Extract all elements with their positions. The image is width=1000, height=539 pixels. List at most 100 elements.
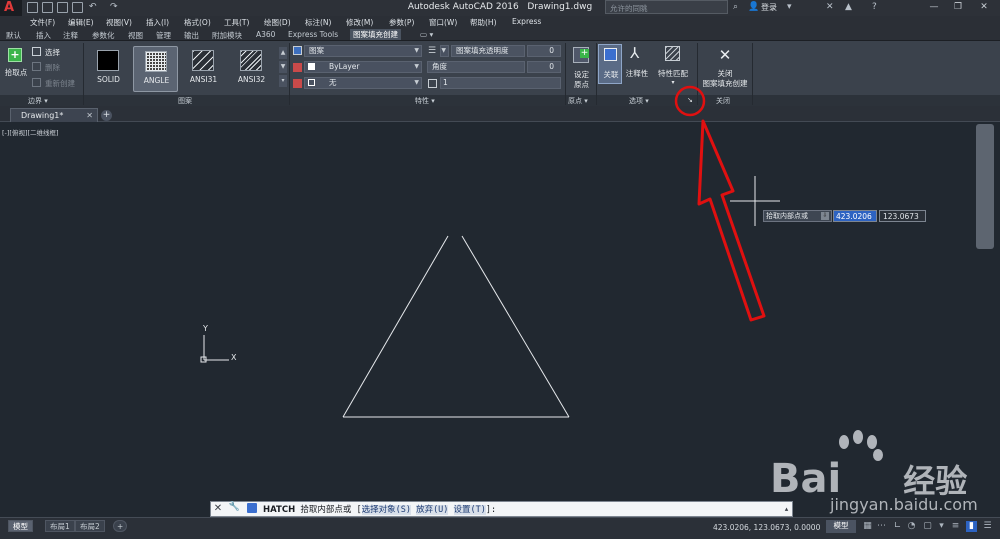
snap-icon[interactable]: ⋯ <box>876 521 887 532</box>
ribbon-display-toggle-icon[interactable]: ▭ ▾ <box>420 30 433 39</box>
transparency-value-field[interactable]: 0 <box>527 45 561 57</box>
pattern-solid[interactable]: SOLID <box>86 46 131 92</box>
lineweight-icon[interactable]: ▾ <box>936 521 947 532</box>
pattern-label: ANGLE <box>143 76 170 85</box>
hatch-settings-dialog-launcher-icon[interactable]: ↘ <box>687 96 693 104</box>
hatch-type-dropdown[interactable]: 图案 ▼ <box>304 45 422 57</box>
pick-points-icon: + <box>8 48 22 62</box>
menu-view[interactable]: 视图(V) <box>106 17 132 28</box>
angle-value-field[interactable]: 0 <box>527 61 561 73</box>
layout-tab-1[interactable]: 布局1 <box>45 520 75 532</box>
boundary-panel-title[interactable]: 边界 ▾ <box>28 96 48 106</box>
angle-slider[interactable]: 角度 <box>427 61 525 73</box>
menu-edit[interactable]: 编辑(E) <box>68 17 94 28</box>
tab-a360[interactable]: A360 <box>256 30 275 39</box>
background-color-dropdown[interactable]: 无 ▼ <box>304 77 422 89</box>
restore-button[interactable]: ❐ <box>944 0 972 16</box>
tab-output[interactable]: 输出 <box>184 30 199 41</box>
document-tab[interactable]: Drawing1* ✕ <box>10 108 98 122</box>
layout-tab-model[interactable]: 模型 <box>8 520 33 532</box>
pattern-angle[interactable]: ANGLE <box>133 46 178 92</box>
annotative-button[interactable]: ⅄ 注释性 <box>624 44 650 84</box>
command-line-scroll-icon[interactable]: ▴ <box>782 503 791 515</box>
tab-parametric[interactable]: 参数化 <box>92 30 115 41</box>
fullscreen-icon[interactable]: ▮ <box>966 521 977 532</box>
origin-panel-title[interactable]: 原点 ▾ <box>568 96 588 106</box>
new-tab-button[interactable]: + <box>101 110 112 121</box>
viewport-controls[interactable]: [-][俯视][二维线框] <box>2 127 59 137</box>
status-coordinates[interactable]: 423.0206, 123.0673, 0.0000 <box>713 523 820 532</box>
dynamic-input-x-field[interactable]: 423.0206 <box>833 210 877 222</box>
model-space-button[interactable]: 模型 <box>826 520 856 533</box>
color-swatch-icon <box>308 63 315 70</box>
transparency-slider[interactable]: 图案填充透明度 <box>451 45 525 57</box>
help-icon[interactable]: ? <box>872 2 877 13</box>
menu-window[interactable]: 窗口(W) <box>429 17 457 28</box>
remove-boundary-button[interactable]: 删除 <box>45 62 60 73</box>
menu-insert[interactable]: 插入(I) <box>146 17 169 28</box>
pattern-ansi31[interactable]: ANSI31 <box>181 46 226 92</box>
tab-insert[interactable]: 插入 <box>36 30 51 41</box>
tab-express-tools[interactable]: Express Tools <box>288 30 338 39</box>
close-command-line-icon[interactable]: ✕ <box>212 503 224 515</box>
tab-view[interactable]: 视图 <box>128 30 143 41</box>
menu-dimension[interactable]: 标注(N) <box>305 17 331 28</box>
login-dropdown-icon[interactable]: ▾ <box>787 2 792 13</box>
exchange-icon[interactable]: ✕ <box>826 2 834 13</box>
command-prompt-text[interactable]: HATCH 拾取内部点或 [选择对象(S) 放弃(U) 设置(T)]: <box>263 503 496 515</box>
menu-tools[interactable]: 工具(T) <box>224 17 249 28</box>
status-menu-icon[interactable]: ☰ <box>982 521 993 532</box>
set-origin-button[interactable]: + 设定 原点 <box>568 45 595 91</box>
recreate-boundary-button[interactable]: 重新创建 <box>45 78 75 89</box>
menu-format[interactable]: 格式(O) <box>184 17 211 28</box>
add-layout-button[interactable]: + <box>113 520 128 532</box>
layout-tab-2[interactable]: 布局2 <box>75 520 105 532</box>
match-properties-dropdown-icon[interactable]: ▾ <box>654 78 692 88</box>
properties-panel-title[interactable]: 特性 ▾ <box>415 96 435 106</box>
polar-tracking-icon[interactable]: ◔ <box>906 521 917 532</box>
option-select-objects[interactable]: 选择对象(S) <box>361 505 411 515</box>
pattern-expand-icon[interactable]: ▾ <box>279 75 287 87</box>
close-hatch-creation-button[interactable]: ✕ 关闭 图案填充创建 <box>700 45 750 91</box>
option-undo[interactable]: 放弃(U) <box>416 505 449 515</box>
transparency-mode-dropdown[interactable]: ▼ <box>440 45 449 57</box>
dynamic-input-y-field[interactable]: 123.0673 <box>879 210 926 222</box>
search-input[interactable]: 允许的同眺 <box>605 0 728 14</box>
tab-manage[interactable]: 管理 <box>156 30 171 41</box>
pick-points-button[interactable]: + 拾取点 <box>3 46 29 86</box>
close-window-button[interactable]: ✕ <box>970 0 998 16</box>
user-icon[interactable]: 👤 <box>748 2 759 13</box>
menu-express[interactable]: Express <box>512 17 541 26</box>
tab-home[interactable]: 默认 <box>6 30 21 41</box>
dynamic-input-options-icon[interactable]: ⇩ <box>821 212 829 220</box>
command-prompt-icon[interactable] <box>247 503 257 513</box>
object-snap-icon[interactable]: ▢ <box>922 521 933 532</box>
menu-modify[interactable]: 修改(M) <box>346 17 373 28</box>
pattern-ansi32[interactable]: ANSI32 <box>229 46 274 92</box>
match-properties-button[interactable]: 特性匹配 ▾ <box>654 44 692 88</box>
menu-file[interactable]: 文件(F) <box>30 17 55 28</box>
select-objects-button[interactable]: 选择 <box>45 47 60 58</box>
grid-icon[interactable]: ▦ <box>862 521 873 532</box>
pattern-scroll-down-icon[interactable]: ▼ <box>279 61 287 73</box>
tab-annotate[interactable]: 注释 <box>63 30 78 41</box>
navigation-bar[interactable] <box>976 124 994 249</box>
search-icon[interactable]: ⌕ <box>733 2 738 13</box>
hatch-color-dropdown[interactable]: ByLayer ▼ <box>304 61 422 73</box>
menu-parametric[interactable]: 参数(P) <box>389 17 414 28</box>
customize-command-line-icon[interactable]: 🔧 <box>228 502 241 515</box>
a360-icon[interactable]: ▲ <box>845 2 852 13</box>
tab-addins[interactable]: 附加模块 <box>212 30 242 41</box>
associative-button[interactable]: 关联 <box>598 44 622 84</box>
menu-help[interactable]: 帮助(H) <box>470 17 497 28</box>
option-settings[interactable]: 设置(T) <box>453 505 486 515</box>
scale-field[interactable]: 1 <box>440 77 561 89</box>
menu-draw[interactable]: 绘图(D) <box>264 17 291 28</box>
options-panel-title[interactable]: 选项 ▾ <box>629 96 649 106</box>
ortho-icon[interactable]: ∟ <box>892 521 903 532</box>
close-tab-icon[interactable]: ✕ <box>86 109 93 122</box>
tab-hatch-creation[interactable]: 图案填充创建 <box>350 29 401 40</box>
login-link[interactable]: 登录 <box>761 2 777 13</box>
pattern-scroll-up-icon[interactable]: ▲ <box>279 47 287 59</box>
customization-icon[interactable]: ≡ <box>950 521 961 532</box>
